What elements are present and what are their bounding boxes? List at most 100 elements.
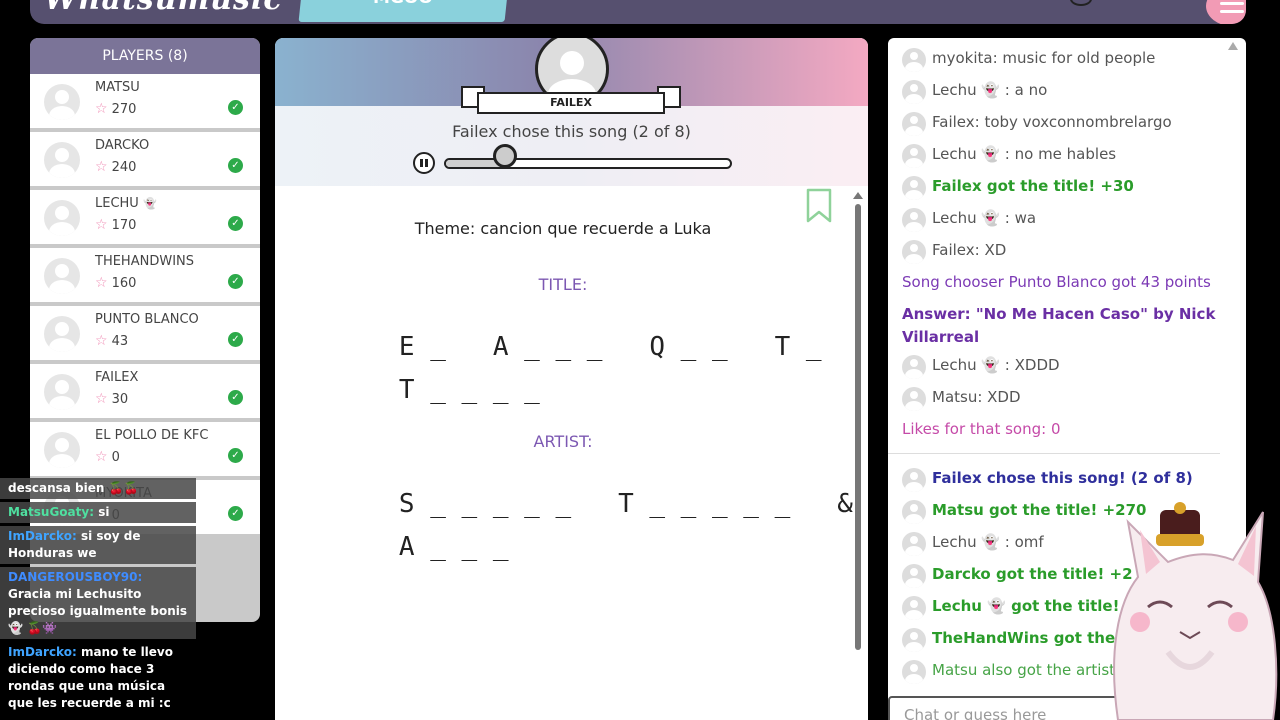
avatar xyxy=(902,80,926,104)
chat-message: myokita: music for old people xyxy=(888,42,1228,74)
vtuber-cat-avatar xyxy=(1113,502,1278,720)
stream-chat-line: ImDarcko: mano te llevo diciendo como ha… xyxy=(0,642,196,714)
avatar xyxy=(44,316,80,352)
player-row[interactable]: MATSU ☆ 270 ✓ xyxy=(30,74,260,128)
avatar xyxy=(902,468,926,492)
avatar xyxy=(902,240,926,264)
chat-input[interactable]: Chat or guess here xyxy=(888,696,1128,720)
settings-icon[interactable] xyxy=(1070,0,1092,6)
scroll-up-arrow-icon[interactable] xyxy=(853,192,863,199)
chat-message-text: Lechu 👻 got the title! xyxy=(932,597,1120,615)
stream-chat-line: MatsuGoaty: si xyxy=(0,502,196,523)
chat-message: Failex got the title! +30 xyxy=(888,170,1228,202)
player-name-text: DARCKO xyxy=(95,138,150,153)
app-logo[interactable]: Whatsumusic xyxy=(44,0,283,17)
chat-message: Lechu 👻 : wa xyxy=(888,202,1228,234)
stream-chat-text: si xyxy=(94,505,110,519)
chat-message-text: Lechu 👻 : a no xyxy=(932,81,1048,99)
player-name-text: LECHU xyxy=(95,196,139,211)
player-score: ☆ 30 xyxy=(95,391,128,407)
chat-message-text: Matsu: XDD xyxy=(932,388,1021,406)
player-row[interactable]: EL POLLO DE KFC ☆ 0 ✓ xyxy=(30,422,260,476)
avatar xyxy=(44,258,80,294)
player-name-text: MATSU xyxy=(95,80,140,95)
player-name: PUNTO BLANCO xyxy=(95,312,199,327)
avatar xyxy=(902,144,926,168)
ghost-icon: 👻 xyxy=(142,197,157,210)
star-icon: ☆ xyxy=(95,275,108,291)
chat-message: Lechu 👻 : a no xyxy=(888,74,1228,106)
stream-chat-text: Gracia mi Lechusito precioso igualmente … xyxy=(8,587,188,635)
check-icon: ✓ xyxy=(228,158,243,173)
check-icon: ✓ xyxy=(228,274,243,289)
round-header-lower xyxy=(275,106,868,186)
player-row[interactable]: FAILEX ☆ 30 ✓ xyxy=(30,364,260,418)
stream-chat-user: MatsuGoaty: xyxy=(8,505,95,519)
chat-scroll-up-icon[interactable] xyxy=(1228,42,1238,50)
theme-text: Theme: cancion que recuerde a Luka xyxy=(414,219,712,238)
chat-message: Answer: "No Me Hacen Caso" by Nick Villa… xyxy=(888,298,1228,349)
chat-message-text: Failex: toby voxconnombrelargo xyxy=(932,113,1172,131)
player-name-text: FAILEX xyxy=(95,370,139,385)
check-icon: ✓ xyxy=(228,506,243,521)
chat-message: Matsu: XDD xyxy=(888,381,1228,413)
avatar xyxy=(902,208,926,232)
player-score-value: 30 xyxy=(111,392,129,407)
player-row[interactable]: THEHANDWINS ☆ 160 ✓ xyxy=(30,248,260,302)
stream-chat-line: descansa bien 🍒🍒 xyxy=(0,478,196,499)
avatar xyxy=(902,176,926,200)
avatar xyxy=(44,432,80,468)
player-score-value: 160 xyxy=(111,276,137,291)
stream-chat-user: ImDarcko: xyxy=(8,529,77,543)
pause-icon xyxy=(420,159,423,167)
avatar xyxy=(902,500,926,524)
avatar xyxy=(902,355,926,379)
player-score: ☆0 xyxy=(95,449,120,465)
stream-chat-line: ImDarcko: si soy de Honduras we xyxy=(0,526,196,564)
check-icon: ✓ xyxy=(228,390,243,405)
chat-message-text: Lechu 👻 : no me hables xyxy=(932,145,1117,163)
chat-message-text: Matsu also got the artist! xyxy=(932,661,1122,679)
alarm-clock-icon xyxy=(493,144,517,168)
app-root: Whatsumusic MGOO PLAYERS (8) MATSU ☆270✓… xyxy=(0,0,1280,720)
player-name: LECHU 👻 xyxy=(95,196,157,211)
menu-button[interactable] xyxy=(1206,0,1246,24)
player-score: ☆ 270 xyxy=(95,101,136,117)
artist-hint-line-2: A _ _ _ xyxy=(305,502,509,592)
avatar xyxy=(44,200,80,236)
chooser-name-ribbon: FAILEX xyxy=(477,92,665,114)
player-row[interactable]: LECHU 👻 ☆ 170 ✓ xyxy=(30,190,260,244)
player-name: FAILEX xyxy=(95,370,138,385)
player-row[interactable]: PUNTO BLANCO ☆ 43 ✓ xyxy=(30,306,260,360)
pause-button[interactable] xyxy=(413,152,435,174)
hamburger-icon-line xyxy=(1220,10,1244,13)
avatar xyxy=(902,48,926,72)
player-score-value: 170 xyxy=(111,218,137,233)
pause-icon-bar xyxy=(425,159,428,167)
main-scrollbar[interactable] xyxy=(855,204,861,650)
player-row[interactable]: DARCKO ☆ 240 ✓ xyxy=(30,132,260,186)
top-bar: Whatsumusic MGOO xyxy=(30,0,1246,24)
artist-label: ARTIST: xyxy=(533,432,593,451)
check-icon: ✓ xyxy=(228,332,243,347)
player-score: ☆ 170 xyxy=(95,217,136,233)
stream-chat-overlay: descansa bien 🍒🍒 MatsuGoaty: si ImDarcko: … xyxy=(0,478,210,717)
check-icon: ✓ xyxy=(228,448,243,463)
avatar xyxy=(902,112,926,136)
chat-message-text: Failex got the title! +30 xyxy=(932,177,1134,195)
chat-message: Failex: XD xyxy=(888,234,1228,266)
avatar xyxy=(902,387,926,411)
stream-chat-user: DANGEROUSBOY90: xyxy=(8,570,143,584)
player-score-value: 270 xyxy=(111,102,137,117)
chat-message-text: Answer: "No Me Hacen Caso" by Nick Villa… xyxy=(902,305,1216,346)
chat-message: Failex: toby voxconnombrelargo xyxy=(888,106,1228,138)
chat-message-text: Song chooser Punto Blanco got 43 points xyxy=(902,273,1211,291)
chat-message: Likes for that song: 0 xyxy=(888,413,1228,445)
room-tab[interactable]: MGOO xyxy=(298,0,508,22)
check-icon: ✓ xyxy=(228,216,243,231)
player-name-text: EL POLLO DE KFC xyxy=(95,428,209,443)
game-panel: FAILEX Failex chose this song (2 of 8) T… xyxy=(275,38,868,720)
artist-hint-text-2: A _ _ _ xyxy=(398,532,509,562)
player-score: ☆ 43 xyxy=(95,333,128,349)
chat-separator xyxy=(888,453,1220,454)
